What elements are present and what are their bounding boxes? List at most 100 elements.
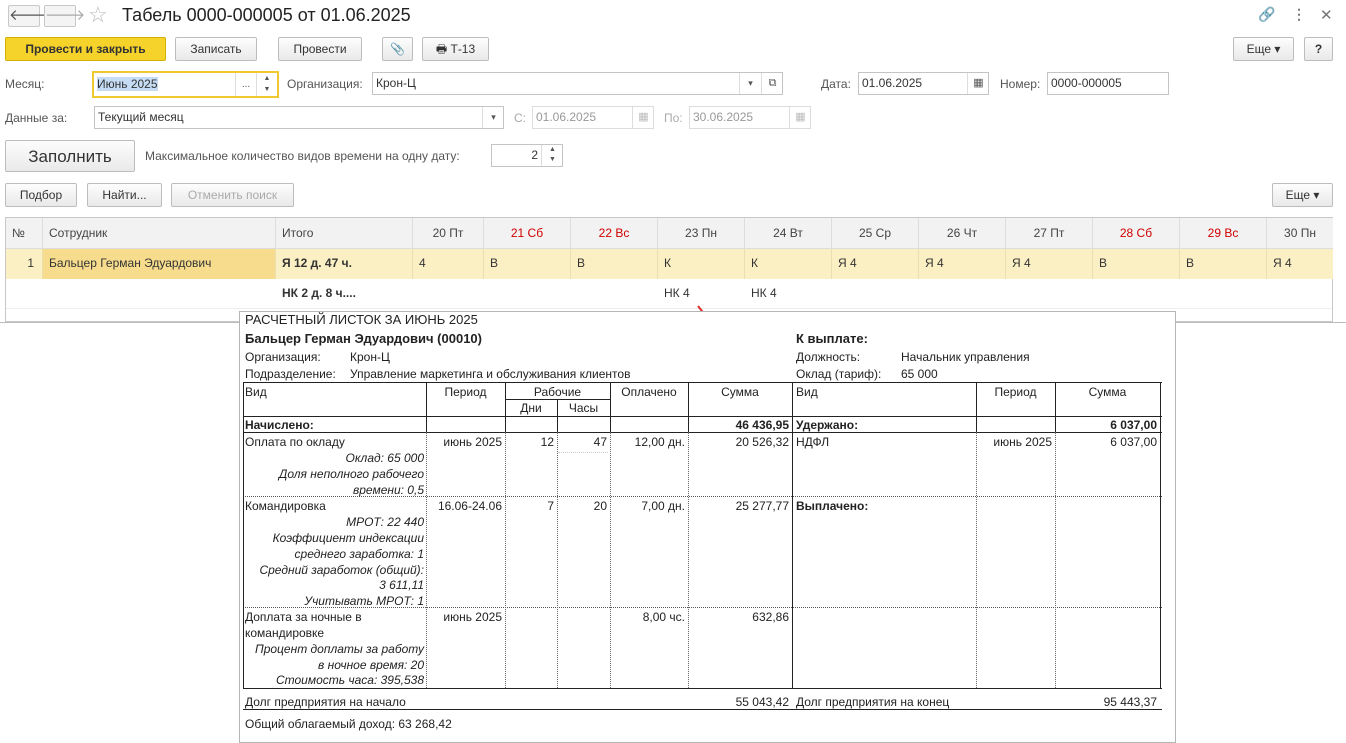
employee-name: Бальцер Герман Эдуардович (00010) — [245, 331, 482, 346]
fill-button[interactable]: Заполнить — [5, 140, 135, 172]
to-pay-label: К выплате: — [796, 331, 868, 346]
header-sum: Сумма — [721, 385, 759, 399]
help-button[interactable]: ? — [1304, 37, 1333, 61]
from-date-field[interactable]: 01.06.2025 ▦ — [532, 106, 654, 129]
withholding-period: июнь 2025 — [993, 435, 1052, 449]
timesheet-table: № Сотрудник Итого 20 Пт 21 Сб 22 Вс 23 П… — [5, 217, 1333, 322]
number-value: 0000-000005 — [1051, 76, 1122, 90]
col-header-day[interactable]: 30 Пн — [1267, 218, 1333, 249]
chevron-down-icon: ▾ — [1313, 188, 1320, 202]
post-and-close-button[interactable]: Провести и закрыть — [5, 37, 166, 61]
day-cell[interactable]: К — [745, 249, 832, 279]
payslip: РАСЧЕТНЫЙ ЛИСТОК ЗА ИЮНЬ 2025 Бальцер Ге… — [239, 311, 1176, 743]
accrual-note: времени: 0,5 — [352, 483, 424, 497]
month-spinner[interactable]: ▲ ▼ — [256, 73, 277, 96]
data-for-field[interactable]: Текущий месяц ▾ — [94, 106, 504, 129]
col-header-day[interactable]: 21 Сб — [484, 218, 571, 249]
accrual-note: Доля неполного рабочего — [278, 467, 424, 481]
calendar-icon[interactable]: ▦ — [967, 73, 989, 94]
col-header-day[interactable]: 27 Пт — [1006, 218, 1093, 249]
window-title: Табель 0000-000005 от 01.06.2025 — [122, 5, 411, 25]
org-value: Крон-Ц — [350, 350, 390, 364]
more-button[interactable]: Еще ▾ — [1233, 37, 1294, 61]
day-cell[interactable]: Я 4 — [919, 249, 1006, 279]
grid-more-button[interactable]: Еще ▾ — [1272, 183, 1333, 207]
write-button[interactable]: Записать — [175, 37, 257, 61]
day-cell[interactable]: Я 4 — [1006, 249, 1093, 279]
number-field[interactable]: 0000-000005 — [1047, 72, 1169, 95]
col-header-day[interactable]: 26 Чт — [919, 218, 1006, 249]
to-label: По: — [664, 111, 683, 125]
date-label: Дата: — [821, 77, 851, 91]
table-line — [610, 432, 611, 688]
accrual-note: МРОТ: 22 440 — [346, 515, 424, 529]
accrual-name: Командировка — [245, 499, 326, 513]
more-vertical-icon[interactable]: ⋮ — [1292, 6, 1306, 23]
debt-start-value: 55 043,42 — [735, 695, 789, 709]
close-icon[interactable]: ✕ — [1320, 6, 1333, 24]
data-for-label: Данные за: — [5, 111, 68, 125]
col-header-day[interactable]: 22 Вс — [571, 218, 658, 249]
col-header-day[interactable]: 20 Пт — [413, 218, 484, 249]
day-cell[interactable]: К — [658, 249, 745, 279]
find-button[interactable]: Найти... — [87, 183, 162, 207]
col-header-day[interactable]: 24 Вт — [745, 218, 832, 249]
accrual-period: июнь 2025 — [443, 610, 502, 624]
day-cell[interactable]: 4 — [413, 249, 484, 279]
accrual-note: Процент доплаты за работу — [255, 642, 424, 656]
favorite-star-icon[interactable]: ☆ — [88, 2, 108, 28]
day-cell[interactable]: В — [484, 249, 571, 279]
cancel-search-button[interactable]: Отменить поиск — [171, 183, 294, 207]
day-cell[interactable]: В — [571, 249, 658, 279]
chevron-down-icon: ▾ — [1274, 42, 1281, 56]
header-hours: Часы — [568, 401, 599, 415]
back-button[interactable]: 🡐 — [8, 5, 49, 27]
header-working: Рабочие — [533, 385, 582, 399]
position-value: Начальник управления — [901, 350, 1030, 364]
post-button[interactable]: Провести — [278, 37, 362, 61]
to-date-field[interactable]: 30.06.2025 ▦ — [689, 106, 811, 129]
col-header-day[interactable]: 23 Пн — [658, 218, 745, 249]
accrual-period: июнь 2025 — [443, 435, 502, 449]
day-cell[interactable]: Я 4 — [832, 249, 919, 279]
data-for-dropdown-icon[interactable]: ▾ — [482, 107, 504, 128]
col-header-number[interactable]: № — [6, 218, 43, 249]
org-open-icon[interactable]: ⧉ — [761, 73, 783, 94]
accrual-paid: 12,00 дн. — [634, 435, 685, 449]
col-header-total[interactable]: Итого — [276, 218, 413, 249]
col-header-employee[interactable]: Сотрудник — [43, 218, 276, 249]
day-cell-secondary[interactable]: НК 4 — [745, 279, 832, 308]
col-header-day[interactable]: 25 Ср — [832, 218, 919, 249]
accrual-name-cont: командировке — [245, 626, 325, 640]
print-t13-button[interactable]: 🖶 Т-13 — [422, 37, 489, 61]
max-types-field[interactable]: 2 ▲ ▼ — [491, 144, 563, 167]
table-line — [243, 688, 1162, 689]
day-cell[interactable]: Я 4 — [1267, 249, 1333, 279]
day-cell[interactable]: В — [1093, 249, 1180, 279]
calendar-icon[interactable]: ▦ — [632, 107, 654, 128]
pick-button[interactable]: Подбор — [5, 183, 77, 207]
col-header-day[interactable]: 28 Сб — [1093, 218, 1180, 249]
employee-cell[interactable]: Бальцер Герман Эдуардович — [43, 249, 276, 279]
month-pick-button[interactable]: ... — [235, 73, 256, 96]
total-cell-secondary[interactable]: НК 2 д. 8 ч.... — [276, 279, 413, 308]
table-line — [243, 382, 1162, 383]
salary-label: Оклад (тариф): — [796, 367, 882, 381]
max-types-spinner[interactable]: ▲ ▼ — [541, 145, 563, 166]
attach-button[interactable]: 📎 — [382, 37, 413, 61]
col-header-day[interactable]: 29 Вс — [1180, 218, 1267, 249]
total-cell[interactable]: Я 12 д. 47 ч. — [276, 249, 413, 279]
accrual-note: в ночное время: 20 — [318, 658, 424, 672]
org-label: Организация: — [245, 350, 321, 364]
org-dropdown-icon[interactable]: ▾ — [739, 73, 761, 94]
grid-more-label: Еще — [1285, 188, 1311, 202]
day-cell[interactable]: В — [1180, 249, 1267, 279]
withheld-total: 6 037,00 — [1110, 418, 1157, 432]
row-number-cell[interactable]: 1 — [6, 249, 43, 279]
forward-button[interactable]: 🡒 — [44, 5, 85, 27]
date-field[interactable]: 01.06.2025 ▦ — [858, 72, 989, 95]
calendar-icon[interactable]: ▦ — [789, 107, 811, 128]
org-field[interactable]: Крон-Ц ▾ ⧉ — [372, 72, 783, 95]
link-icon[interactable]: 🔗 — [1258, 6, 1275, 23]
month-field[interactable]: Июнь 2025 ... ▲ ▼ — [92, 71, 279, 98]
